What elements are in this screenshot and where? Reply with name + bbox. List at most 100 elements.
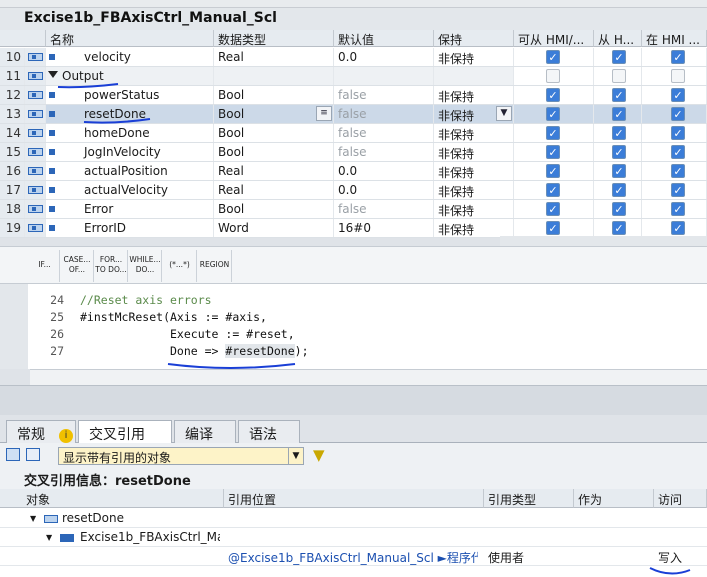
default-value[interactable]: 0.0 <box>334 162 434 180</box>
default-value[interactable]: 0.0 <box>334 48 434 66</box>
tab-general[interactable]: 常规 i <box>6 420 76 443</box>
hmi-checkbox[interactable] <box>612 69 626 83</box>
column-access[interactable]: 访问 <box>654 489 707 508</box>
interface-row[interactable]: 10 velocity Real 0.0 非保持 ✓ ✓ ✓ <box>0 48 707 67</box>
table-scroll-controls[interactable] <box>500 236 707 246</box>
xref-object[interactable]: Excise1b_FBAxisCtrl_Ma... <box>80 530 220 544</box>
hmi-checkbox[interactable] <box>546 69 560 83</box>
header-hmi-write[interactable]: 从 H... <box>594 30 642 47</box>
data-type[interactable]: Bool <box>214 200 334 218</box>
xref-row[interactable]: ▼ Excise1b_FBAxisCtrl_Ma... <box>0 528 707 547</box>
header-type[interactable]: 数据类型 <box>214 30 334 47</box>
hmi-checkbox[interactable]: ✓ <box>546 88 560 102</box>
retain-setting[interactable]: 非保持 <box>434 48 514 66</box>
default-value[interactable] <box>334 67 434 85</box>
hmi-checkbox[interactable]: ✓ <box>671 145 685 159</box>
header-retain[interactable]: 保持 <box>434 30 514 47</box>
header-hmi-visible[interactable]: 在 HMI ... <box>642 30 707 47</box>
chevron-down-icon[interactable]: ▼ <box>288 448 303 464</box>
list-view-icon[interactable] <box>6 448 20 461</box>
reference-location-link[interactable]: @Excise1b_FBAxisCtrl_Manual_Scl ►程序代... <box>228 549 478 566</box>
hmi-checkbox[interactable]: ✓ <box>671 221 685 235</box>
hmi-checkbox[interactable]: ✓ <box>612 50 626 64</box>
retain-setting[interactable]: 非保持 <box>434 124 514 142</box>
data-type[interactable]: Bool <box>214 86 334 104</box>
hmi-checkbox[interactable]: ✓ <box>546 183 560 197</box>
section-header[interactable]: Output <box>46 67 214 85</box>
retain-setting[interactable]: 非保持 <box>434 181 514 199</box>
filter-icon[interactable]: ▼ <box>313 446 325 464</box>
hmi-checkbox[interactable]: ✓ <box>546 107 560 121</box>
variable-name[interactable]: velocity <box>46 48 214 66</box>
interface-row[interactable]: 17 actualVelocity Real 0.0 非保持 ✓ ✓ ✓ <box>0 181 707 200</box>
data-type[interactable]: Word <box>214 219 334 237</box>
data-type[interactable]: Real <box>214 162 334 180</box>
if-instruction-button[interactable]: IF... <box>30 250 60 282</box>
hmi-checkbox[interactable]: ✓ <box>546 126 560 140</box>
interface-row[interactable]: 15 JogInVelocity Bool false 非保持 ✓ ✓ ✓ <box>0 143 707 162</box>
default-value[interactable]: 16#0 <box>334 219 434 237</box>
data-type[interactable]: Bool <box>214 143 334 161</box>
hmi-checkbox[interactable]: ✓ <box>546 50 560 64</box>
default-value[interactable]: false <box>334 86 434 104</box>
tab-syntax[interactable]: 语法 <box>238 420 300 443</box>
interface-row[interactable]: 12 powerStatus Bool false 非保持 ✓ ✓ ✓ <box>0 86 707 105</box>
chevron-down-icon[interactable]: ▼ <box>496 106 512 121</box>
code-line[interactable]: //Reset axis errors <box>80 293 212 307</box>
highlighted-variable[interactable]: #resetDone <box>225 344 295 358</box>
hmi-checkbox[interactable]: ✓ <box>612 183 626 197</box>
interface-row[interactable]: 16 actualPosition Real 0.0 非保持 ✓ ✓ ✓ <box>0 162 707 181</box>
tab-cross-reference[interactable]: 交叉引用 <box>78 420 172 444</box>
data-type[interactable]: Real <box>214 48 334 66</box>
collapse-arrow-icon[interactable] <box>48 71 58 78</box>
region-instruction-button[interactable]: REGION <box>198 250 232 282</box>
hmi-checkbox[interactable]: ✓ <box>671 107 685 121</box>
xref-row[interactable]: @Excise1b_FBAxisCtrl_Manual_Scl ►程序代... … <box>0 547 707 566</box>
default-value[interactable]: false <box>334 105 434 123</box>
hmi-checkbox[interactable]: ✓ <box>612 164 626 178</box>
hmi-checkbox[interactable]: ✓ <box>612 145 626 159</box>
column-ref-type[interactable]: 引用类型 <box>484 489 574 508</box>
default-value[interactable]: false <box>334 200 434 218</box>
retain-setting[interactable]: 非保持 <box>434 143 514 161</box>
hmi-checkbox[interactable]: ✓ <box>612 107 626 121</box>
default-value[interactable]: false <box>334 143 434 161</box>
for-instruction-button[interactable]: FOR... TO DO... <box>95 250 128 282</box>
interface-row[interactable]: 11 Output <box>0 67 707 86</box>
editor-horizontal-scrollbar[interactable] <box>30 369 707 385</box>
while-instruction-button[interactable]: WHILE... DO... <box>129 250 162 282</box>
variable-name[interactable]: powerStatus <box>46 86 214 104</box>
expand-view-icon[interactable] <box>26 448 40 461</box>
retain-setting[interactable]: 非保持 <box>434 219 514 237</box>
hmi-checkbox[interactable]: ✓ <box>671 183 685 197</box>
hmi-checkbox[interactable]: ✓ <box>612 126 626 140</box>
hmi-checkbox[interactable]: ✓ <box>612 221 626 235</box>
interface-row[interactable]: 13 resetDone Bool false 非保持 ✓ ✓ ✓ ≡ ▼ <box>0 105 707 124</box>
variable-name[interactable]: actualVelocity <box>46 181 214 199</box>
tab-compile[interactable]: 编译 <box>174 420 236 443</box>
data-type[interactable]: Bool <box>214 124 334 142</box>
retain-setting[interactable]: 非保持 <box>434 200 514 218</box>
column-as[interactable]: 作为 <box>574 489 654 508</box>
interface-row[interactable]: 14 homeDone Bool false 非保持 ✓ ✓ ✓ <box>0 124 707 143</box>
hmi-checkbox[interactable]: ✓ <box>671 88 685 102</box>
case-instruction-button[interactable]: CASE... OF... <box>61 250 94 282</box>
scl-code-editor[interactable]: 24 //Reset axis errors 25 #instMcReset(A… <box>0 284 707 369</box>
variable-name[interactable]: ErrorID <box>46 219 214 237</box>
xref-row[interactable]: ▼ resetDone <box>0 509 707 528</box>
header-default[interactable]: 默认值 <box>334 30 434 47</box>
column-location[interactable]: 引用位置 <box>224 489 484 508</box>
hmi-checkbox[interactable]: ✓ <box>671 50 685 64</box>
expand-arrow-icon[interactable]: ▼ <box>46 533 52 542</box>
data-type[interactable]: Real <box>214 181 334 199</box>
hmi-checkbox[interactable]: ✓ <box>546 221 560 235</box>
code-line[interactable]: Done => #resetDone); <box>80 344 309 358</box>
data-type[interactable] <box>214 67 334 85</box>
hmi-checkbox[interactable]: ✓ <box>546 202 560 216</box>
retain-setting[interactable] <box>434 67 514 85</box>
default-value[interactable]: 0.0 <box>334 181 434 199</box>
hmi-checkbox[interactable]: ✓ <box>612 202 626 216</box>
hmi-checkbox[interactable]: ✓ <box>546 145 560 159</box>
variable-name[interactable]: actualPosition <box>46 162 214 180</box>
interface-row[interactable]: 18 Error Bool false 非保持 ✓ ✓ ✓ <box>0 200 707 219</box>
